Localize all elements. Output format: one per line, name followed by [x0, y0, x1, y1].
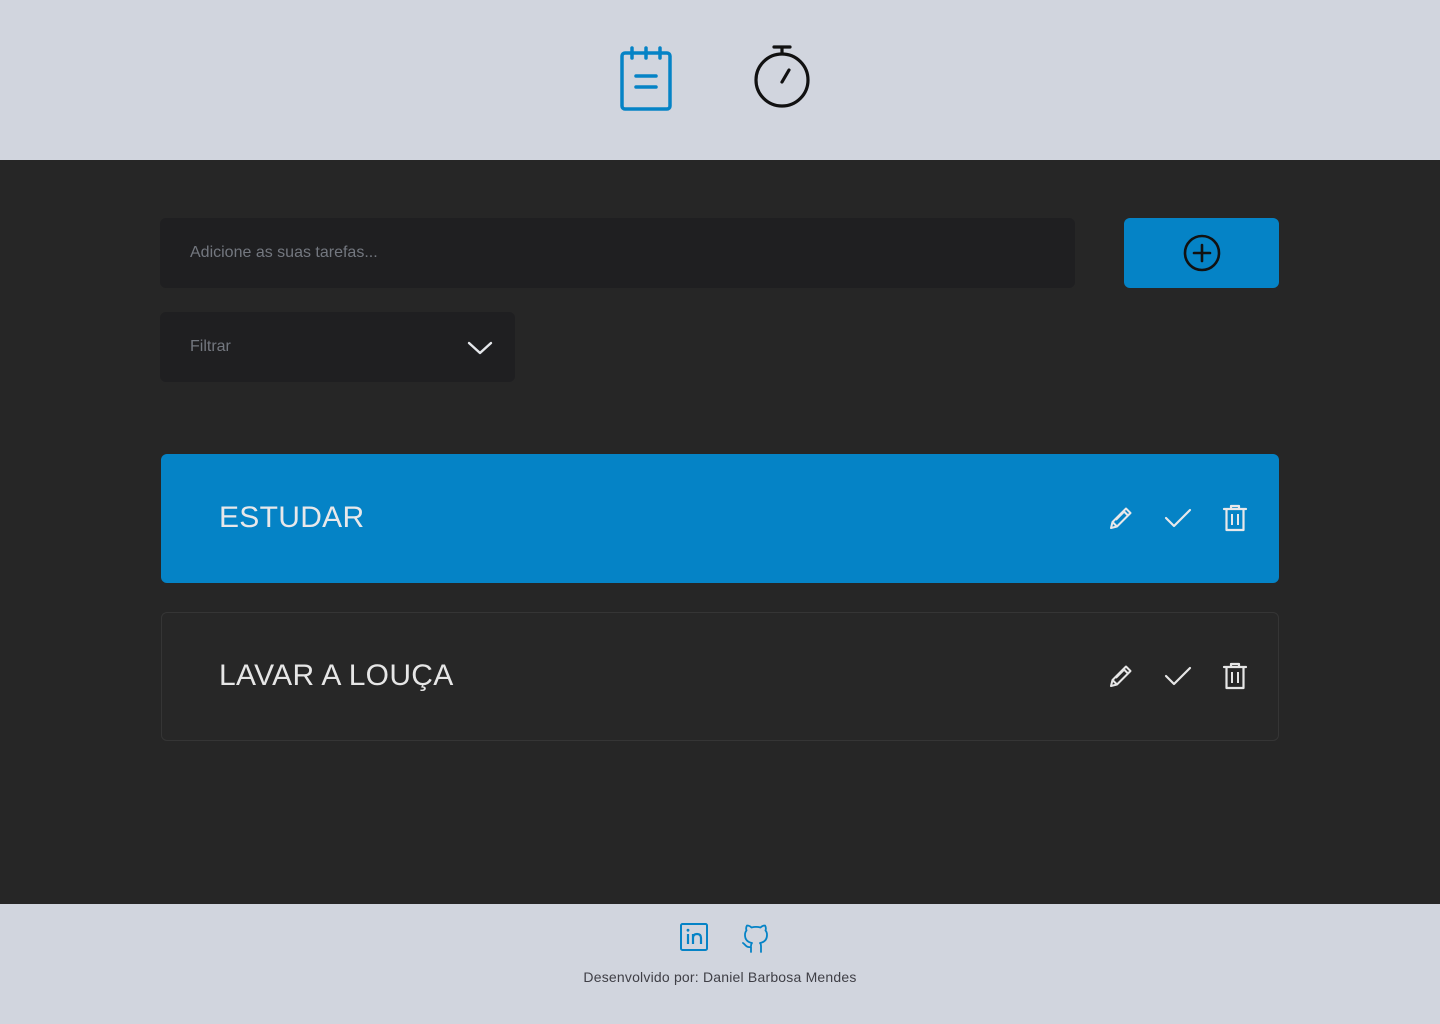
- check-icon: [1164, 666, 1192, 686]
- filter-select[interactable]: Filtrar: [160, 312, 515, 382]
- linkedin-icon: [680, 923, 708, 951]
- top-navigation-bar: [0, 0, 1440, 160]
- complete-task-button[interactable]: [1162, 660, 1194, 692]
- pencil-icon: [1110, 507, 1132, 529]
- task-title: ESTUDAR: [219, 501, 365, 534]
- task-input[interactable]: [160, 218, 1075, 288]
- main-content: Filtrar ESTUDAR: [0, 160, 1440, 904]
- chevron-down-icon: [467, 341, 493, 355]
- edit-task-button[interactable]: [1105, 660, 1137, 692]
- add-task-button[interactable]: [1124, 218, 1279, 288]
- footer: [0, 904, 1440, 1024]
- task-title: LAVAR A LOUÇA: [219, 659, 454, 692]
- edit-task-button[interactable]: [1105, 502, 1137, 534]
- pencil-icon: [1110, 665, 1132, 687]
- notepad-icon: [620, 46, 672, 111]
- plus-circle-icon: [1183, 234, 1220, 272]
- check-icon: [1164, 508, 1192, 528]
- complete-task-button[interactable]: [1162, 502, 1194, 534]
- delete-task-button[interactable]: [1219, 660, 1251, 692]
- trash-icon: [1222, 504, 1248, 532]
- timer-nav-button[interactable]: [749, 40, 815, 116]
- developer-credit: Desenvolvido por: Daniel Barbosa Mendes: [583, 969, 857, 985]
- filter-label: Filtrar: [190, 338, 231, 355]
- task-card[interactable]: ESTUDAR: [161, 454, 1279, 583]
- task-actions: [1105, 502, 1251, 534]
- task-actions: [1105, 660, 1251, 692]
- github-link[interactable]: [740, 922, 772, 959]
- linkedin-link[interactable]: [679, 922, 709, 957]
- task-card[interactable]: LAVAR A LOUÇA: [161, 612, 1279, 741]
- delete-task-button[interactable]: [1219, 502, 1251, 534]
- trash-icon: [1222, 662, 1248, 690]
- github-icon: [742, 924, 768, 953]
- tasks-nav-button[interactable]: [614, 42, 678, 118]
- stopwatch-icon: [754, 45, 810, 108]
